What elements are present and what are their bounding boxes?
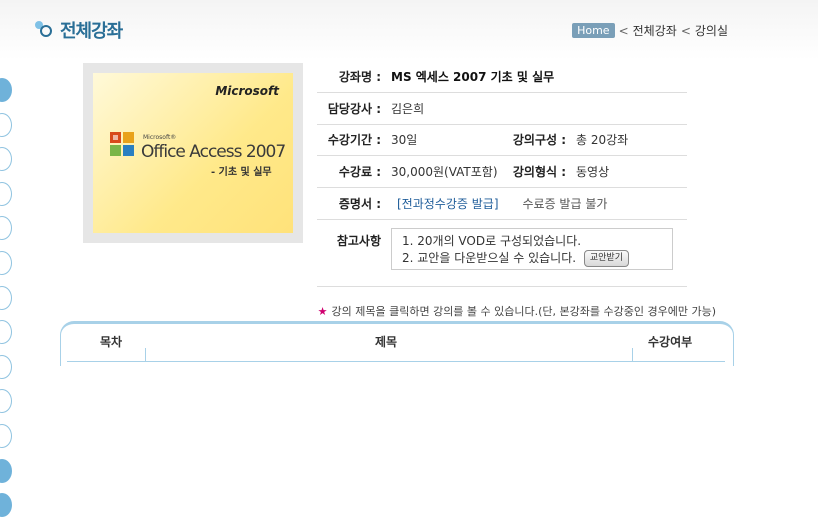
breadcrumb-item-classroom: 강의실: [694, 24, 728, 38]
notes-row: 참고사항 1. 20개의 VOD로 구성되었습니다. 2. 교안을 다운받으실 …: [317, 220, 687, 287]
course-name-row: 강좌명 : MS 엑세스 2007 기초 및 실무: [317, 61, 687, 93]
binder-ring: [0, 389, 12, 414]
course-info: 강좌명 : MS 엑세스 2007 기초 및 실무 담당강사 : 김은희 수강기…: [317, 61, 687, 287]
office-logo-icon: [110, 132, 134, 156]
download-material-button[interactable]: 교안받기: [583, 249, 629, 267]
hint-text-row: ★ 강의 제목을 클릭하면 강의를 볼 수 있습니다.(단, 본강좌를 수강중인 …: [318, 303, 716, 319]
course-name: MS 엑세스 2007 기초 및 실무: [391, 69, 555, 84]
note-line-with-button: 2. 교안을 다운받으실 수 있습니다. 교안받기: [402, 249, 672, 267]
composition-value: 총 20강좌: [576, 133, 629, 148]
binder-ring: [0, 181, 12, 206]
binder-ring: [0, 285, 12, 310]
binder-rings: [0, 78, 12, 528]
course-thumbnail: Microsoft Microsoft® Office Access 2007 …: [93, 73, 293, 233]
product-subtitle: - 기초 및 실무: [211, 167, 272, 178]
breadcrumb-home[interactable]: Home: [572, 23, 615, 38]
product-name: Office Access 2007: [141, 142, 286, 162]
note-line: 1. 20개의 VOD로 구성되었습니다.: [402, 233, 582, 248]
binder-ring: [0, 250, 12, 275]
page-title: 전체강좌: [60, 21, 123, 42]
star-icon: ★: [317, 305, 328, 318]
format-label: 강의형식 :: [512, 165, 566, 180]
certificate-label: 증명서 :: [338, 197, 381, 212]
column-header-index: 목차: [100, 335, 123, 349]
note-line: 2. 교안을 다운받으실 수 있습니다.: [402, 250, 577, 265]
chevron-left-icon: <: [618, 23, 629, 38]
fee-label: 수강료 :: [338, 165, 381, 180]
bullet-circles-icon: [35, 21, 52, 37]
period-label: 수강기간 :: [327, 133, 381, 148]
instructor-label: 담당강사 :: [327, 101, 381, 116]
instructor-name: 김은희: [391, 101, 425, 116]
certificate-row: 증명서 : [전과정수강증 발급] 수료증 발급 불가: [317, 188, 687, 220]
notes-label: 참고사항: [336, 233, 381, 248]
binder-ring: [0, 320, 12, 345]
binder-ring: [0, 423, 12, 448]
chevron-left-icon: <: [680, 23, 691, 38]
fee-row: 수강료 : 30,000원(VAT포함) 강의형식 : 동영상: [317, 156, 687, 189]
instructor-row: 담당강사 : 김은희: [317, 93, 687, 125]
certificate-note: 수료증 발급 불가: [522, 197, 608, 212]
binder-ring: [0, 78, 12, 102]
course-name-label: 강좌명 :: [338, 69, 381, 84]
microsoft-logo: Microsoft: [215, 84, 279, 98]
notes-box: 1. 20개의 VOD로 구성되었습니다. 2. 교안을 다운받으실 수 있습니…: [391, 227, 673, 270]
binder-ring: [0, 458, 12, 483]
binder-ring: [0, 147, 12, 172]
fee-value: 30,000원(VAT포함): [391, 165, 498, 180]
column-divider: [145, 348, 146, 361]
office-small-brand: Microsoft®: [143, 134, 177, 141]
period-row: 수강기간 : 30일 강의구성 : 총 20강좌: [317, 125, 687, 157]
column-header-status: 수강여부: [648, 335, 693, 349]
breadcrumb: Home < 전체강좌 < 강의실: [572, 22, 728, 39]
table-header-divider: [67, 361, 725, 362]
certificate-issue-link[interactable]: [전과정수강증 발급]: [397, 195, 499, 212]
binder-ring: [0, 216, 12, 241]
composition-label: 강의구성 :: [512, 133, 566, 148]
period-value: 30일: [391, 133, 418, 148]
binder-ring: [0, 493, 12, 518]
column-divider: [632, 348, 633, 361]
hint-text: 강의 제목을 클릭하면 강의를 볼 수 있습니다.(단, 본강좌를 수강중인 경…: [331, 305, 717, 318]
breadcrumb-item-all-courses[interactable]: 전체강좌: [633, 22, 677, 39]
binder-ring: [0, 112, 12, 137]
column-header-title: 제목: [375, 335, 398, 349]
binder-ring: [0, 354, 12, 379]
format-value: 동영상: [576, 165, 610, 180]
